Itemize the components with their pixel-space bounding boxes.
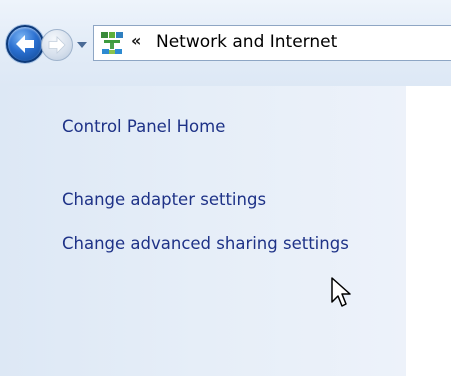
control-panel-icon xyxy=(101,32,123,54)
forward-arrow-icon xyxy=(48,36,66,54)
task-pane: Control Panel Home Change adapter settin… xyxy=(0,86,406,376)
forward-button[interactable] xyxy=(41,29,73,61)
control-panel-home-link[interactable]: Control Panel Home xyxy=(62,114,225,140)
breadcrumb-separator[interactable]: « xyxy=(131,31,141,50)
change-adapter-settings-link[interactable]: Change adapter settings xyxy=(62,187,266,213)
back-arrow-icon xyxy=(16,35,34,53)
back-button[interactable] xyxy=(6,25,44,63)
navigation-bar: « Network and Internet xyxy=(0,0,451,86)
breadcrumb-location[interactable]: Network and Internet xyxy=(156,32,337,52)
address-bar[interactable]: « Network and Internet xyxy=(93,25,451,61)
mouse-pointer-icon xyxy=(331,277,351,307)
change-advanced-sharing-settings-link[interactable]: Change advanced sharing settings xyxy=(62,231,352,257)
dropdown-arrow-icon[interactable] xyxy=(76,40,88,50)
